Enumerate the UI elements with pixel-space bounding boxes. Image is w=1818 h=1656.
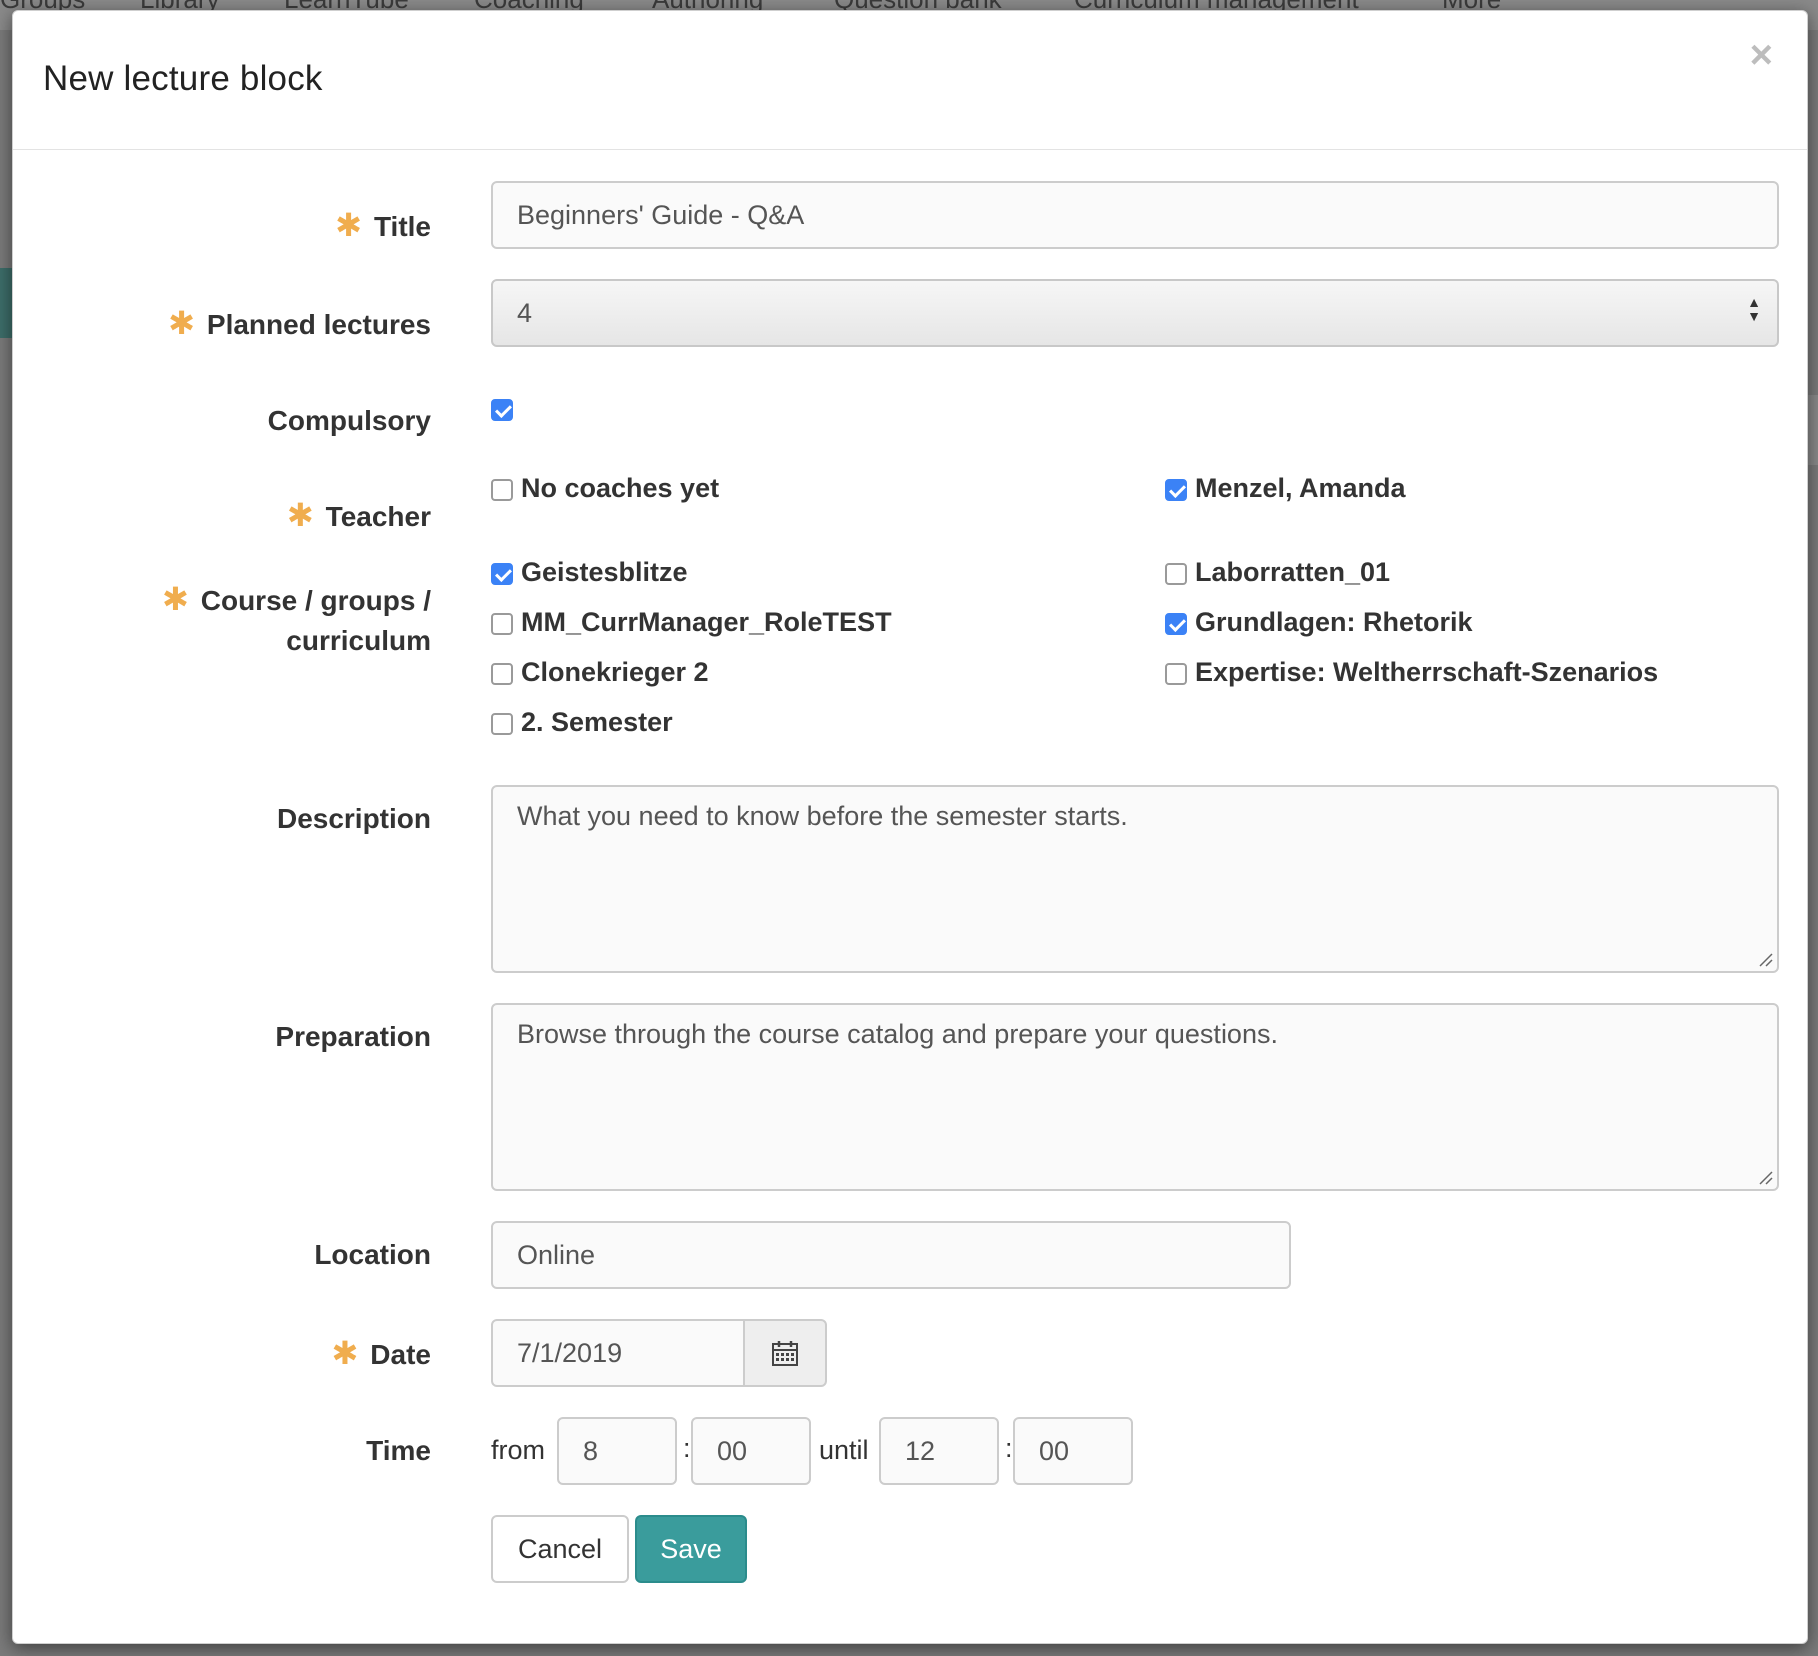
teacher-checkbox-menzel[interactable] xyxy=(1165,479,1187,501)
teacher-option-label: Menzel, Amanda xyxy=(1195,473,1406,503)
until-hour-input[interactable]: 12 xyxy=(879,1417,999,1485)
time-separator: : xyxy=(683,1433,691,1463)
course-option-label: Geistesblitze xyxy=(521,557,688,587)
course-checkbox-grundlagen-rhetorik[interactable] xyxy=(1165,613,1187,635)
title-input[interactable]: Beginners' Guide - Q&A xyxy=(491,181,1779,249)
date-picker-button[interactable] xyxy=(743,1319,827,1387)
time-from-label: from xyxy=(491,1435,545,1465)
time-separator: : xyxy=(1005,1433,1013,1463)
course-checkbox-geistesblitze[interactable] xyxy=(491,563,513,585)
teacher-checkbox-no-coaches[interactable] xyxy=(491,479,513,501)
until-minute-input[interactable]: 00 xyxy=(1013,1417,1133,1485)
time-label: Time xyxy=(366,1435,431,1466)
date-label: ✱ Date xyxy=(331,1335,431,1371)
calendar-icon xyxy=(772,1341,798,1366)
course-checkbox-clonekrieger[interactable] xyxy=(491,663,513,685)
close-icon[interactable]: × xyxy=(1750,35,1773,75)
time-until-label: until xyxy=(819,1435,869,1465)
location-input[interactable]: Online xyxy=(491,1221,1291,1289)
course-checkbox-expertise[interactable] xyxy=(1165,663,1187,685)
modal-title: New lecture block xyxy=(43,59,323,98)
modal-header: New lecture block × xyxy=(13,11,1807,150)
compulsory-checkbox[interactable] xyxy=(491,399,513,421)
description-text: What you need to know before the semeste… xyxy=(517,801,1128,831)
bg-accent-strip xyxy=(0,268,12,338)
course-checkbox-2-semester[interactable] xyxy=(491,713,513,735)
from-minute-input[interactable]: 00 xyxy=(691,1417,811,1485)
required-asterisk-icon: ✱ xyxy=(286,497,314,533)
resize-handle-icon[interactable] xyxy=(1757,1169,1773,1185)
planned-lectures-value: 4 xyxy=(517,297,533,328)
course-checkbox-mm-currmanager[interactable] xyxy=(491,613,513,635)
description-textarea[interactable]: What you need to know before the semeste… xyxy=(491,785,1779,973)
teacher-option-label: No coaches yet xyxy=(521,473,720,503)
course-option-label: Clonekrieger 2 xyxy=(521,657,709,687)
preparation-textarea[interactable]: Browse through the course catalog and pr… xyxy=(491,1003,1779,1191)
new-lecture-block-dialog: New lecture block × ✱ Title Beginners' Gu… xyxy=(12,10,1808,1644)
resize-handle-icon[interactable] xyxy=(1757,951,1773,967)
compulsory-label: Compulsory xyxy=(267,405,431,436)
title-label: ✱ Title xyxy=(335,207,431,243)
required-asterisk-icon: ✱ xyxy=(168,305,195,341)
date-input[interactable]: 7/1/2019 xyxy=(491,1319,745,1387)
required-asterisk-icon: ✱ xyxy=(331,1335,359,1371)
location-label: Location xyxy=(314,1239,431,1270)
save-button[interactable]: Save xyxy=(635,1515,747,1583)
preparation-label: Preparation xyxy=(275,1021,431,1052)
course-option-label: MM_CurrManager_RoleTEST xyxy=(521,607,892,637)
required-asterisk-icon: ✱ xyxy=(161,581,189,617)
preparation-text: Browse through the course catalog and pr… xyxy=(517,1019,1278,1049)
planned-lectures-select[interactable]: 4 ▲ ▼ xyxy=(491,279,1779,347)
course-option-label: Grundlagen: Rhetorik xyxy=(1195,607,1473,637)
from-hour-input[interactable]: 8 xyxy=(557,1417,677,1485)
description-label: Description xyxy=(276,803,431,834)
course-option-label: Laborratten_01 xyxy=(1195,557,1391,587)
course-groups-label: ✱ Course / groups / curriculum xyxy=(161,581,431,656)
course-option-label: Expertise: Weltherrschaft-Szenarios xyxy=(1195,657,1659,687)
cancel-button[interactable]: Cancel xyxy=(491,1515,629,1583)
planned-lectures-label: ✱ Planned lectures xyxy=(168,305,431,341)
course-checkbox-laborratten[interactable] xyxy=(1165,563,1187,585)
course-option-label: 2. Semester xyxy=(521,707,673,737)
select-arrows-icon: ▲ ▼ xyxy=(1747,294,1761,324)
required-asterisk-icon: ✱ xyxy=(335,207,362,243)
teacher-label: ✱ Teacher xyxy=(286,497,431,533)
